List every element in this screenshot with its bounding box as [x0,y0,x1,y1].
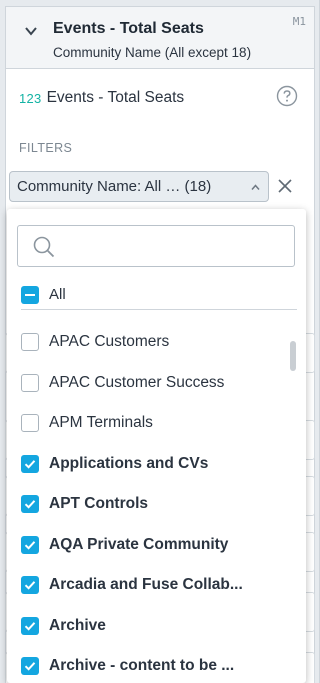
number-type-badge: 123 [19,90,42,106]
metric-label: Events - Total Seats [46,89,185,106]
option-checkbox[interactable] [21,495,39,514]
metric-row: 123 Events - Total Seats [19,88,184,108]
list-item[interactable]: APM Terminals [21,403,291,444]
list-item[interactable]: APAC Customer Success [21,363,291,404]
select-all-checkbox[interactable] [21,285,39,304]
community-filter-chip[interactable]: Community Name: All … (18) [9,171,269,202]
select-all-option[interactable]: All [21,280,297,310]
option-label: Arcadia and Fuse Collab... [49,576,243,594]
filter-dropdown: All APAC Customers APAC Customer Success A… [7,209,306,683]
metric-id-badge: M1 [292,15,306,28]
metric-header[interactable]: Events - Total Seats Community Name (All… [5,6,315,68]
chevron-down-icon[interactable] [24,24,38,38]
option-checkbox[interactable] [21,373,39,392]
search-input[interactable] [64,234,284,258]
list-item[interactable]: AQA Private Community [21,525,291,566]
list-item[interactable]: APAC Customers [21,322,291,363]
list-item[interactable]: Archive [21,606,291,647]
option-checkbox[interactable] [21,535,39,554]
list-item[interactable]: Applications and CVs [21,444,291,485]
option-label: APAC Customer Success [49,373,225,391]
option-label: Applications and CVs [49,454,209,472]
option-label: APM Terminals [49,414,153,432]
close-icon[interactable] [276,177,294,195]
option-checkbox[interactable] [21,576,39,595]
option-label: APAC Customers [49,333,170,351]
filters-section-label: FILTERS [19,141,73,155]
metric-subtitle: Community Name (All except 18) [53,45,252,60]
option-checkbox[interactable] [21,657,39,676]
option-checkbox[interactable] [21,414,39,433]
metric-title: Events - Total Seats [53,20,204,37]
options-list: APAC Customers APAC Customer Success APM T… [21,322,291,683]
list-scrollbar[interactable] [290,341,296,371]
caret-up-icon [251,184,260,190]
list-item[interactable]: Archive - content to be ... [21,646,291,683]
search-icon [33,236,55,258]
select-all-label: All [49,286,66,303]
list-item[interactable]: Arcadia and Fuse Collab... [21,565,291,606]
search-field[interactable] [17,225,295,267]
option-checkbox[interactable] [21,454,39,473]
filter-chip-label: Community Name: All … (18) [17,178,212,195]
option-label: Archive - content to be ... [49,657,235,675]
list-item[interactable]: APT Controls [21,484,291,525]
help-circle-icon[interactable] [276,85,298,107]
option-label: APT Controls [49,495,149,513]
metric-config-panel: Events - Total Seats Community Name (All… [0,0,320,683]
option-checkbox[interactable] [21,616,39,635]
option-label: AQA Private Community [49,535,229,553]
option-label: Archive [49,616,106,634]
option-checkbox[interactable] [21,333,39,352]
